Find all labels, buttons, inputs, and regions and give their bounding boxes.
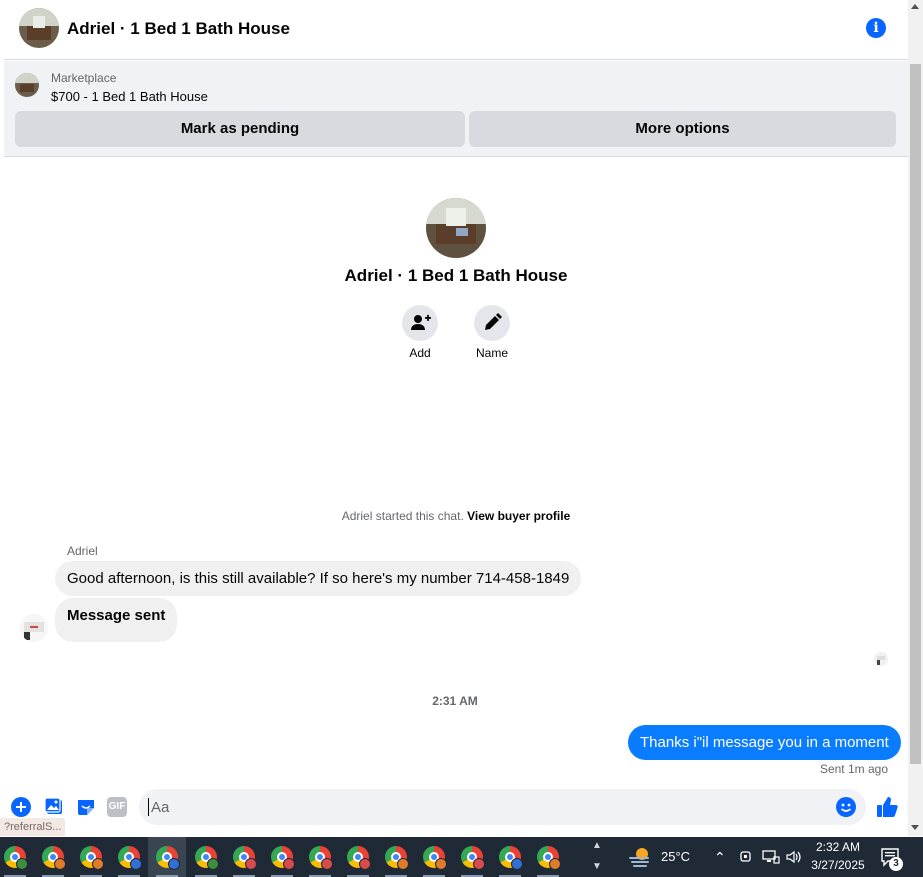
plus-circle-icon[interactable] (11, 797, 31, 817)
chat-header: Adriel · 1 Bed 1 Bath House i (4, 0, 908, 60)
tray-overflow-chevron-icon[interactable]: ⌃ (714, 849, 726, 866)
sender-avatar[interactable] (20, 614, 48, 642)
profile-name: Adriel · 1 Bed 1 Bath House (344, 266, 568, 285)
profile-badge-icon (54, 858, 66, 870)
profile-badge-icon (397, 858, 409, 870)
notification-count-badge: 3 (889, 857, 903, 871)
taskbar-chrome-window[interactable] (339, 837, 377, 877)
marketplace-banner: Marketplace $700 - 1 Bed 1 Bath House Ma… (4, 61, 908, 157)
photo-icon[interactable] (44, 797, 64, 817)
taskbar-chrome-window[interactable] (72, 837, 110, 877)
taskbar-chrome-window[interactable] (187, 837, 225, 877)
clock-time[interactable]: 2:32 AM (800, 840, 876, 854)
profile-badge-icon (168, 858, 180, 870)
weather-icon[interactable] (628, 846, 652, 868)
weather-temperature[interactable]: 25°C (661, 849, 690, 864)
taskbar-chrome-window[interactable] (301, 837, 339, 877)
taskbar-scroll-control[interactable]: ▲ ▼ (590, 837, 604, 877)
profile-badge-icon (16, 858, 28, 870)
taskbar-chrome-window[interactable] (148, 837, 186, 877)
clock-date[interactable]: 3/27/2025 (800, 858, 876, 872)
taskbar-chrome-window[interactable] (0, 837, 34, 877)
profile-avatar[interactable] (426, 198, 486, 258)
name-label: Name (475, 346, 508, 360)
chat-start-note: Adriel started this chat. View buyer pro… (341, 509, 571, 523)
chevron-up-icon[interactable]: ▲ (590, 840, 604, 851)
more-options-button[interactable]: More options (469, 111, 896, 147)
taskbar-chrome-window[interactable] (453, 837, 491, 877)
incoming-message[interactable]: Message sent (55, 598, 178, 642)
network-icon[interactable] (762, 849, 780, 865)
info-icon[interactable]: i (866, 18, 886, 38)
profile-badge-icon (283, 858, 295, 870)
sticker-icon[interactable] (76, 797, 96, 817)
taskbar-chrome-window[interactable] (491, 837, 529, 877)
edit-name-button[interactable] (474, 305, 510, 341)
browser-status-url: ?referralS... (0, 818, 66, 836)
meet-now-icon[interactable] (739, 849, 753, 865)
chevron-down-icon[interactable]: ▼ (590, 861, 604, 872)
incoming-message[interactable]: Good afternoon, is this still available?… (55, 561, 582, 596)
profile-badge-icon (473, 858, 485, 870)
messenger-window: Adriel · 1 Bed 1 Bath House i Marketplac… (0, 0, 923, 877)
profile-badge-icon (130, 858, 142, 870)
view-buyer-profile-link[interactable]: View buyer profile (467, 509, 570, 523)
message-input[interactable] (139, 789, 866, 825)
emoji-icon[interactable] (836, 797, 856, 817)
taskbar-chrome-window[interactable] (415, 837, 453, 877)
taskbar-chrome-window[interactable] (377, 837, 415, 877)
profile-badge-icon (435, 858, 447, 870)
mark-as-pending-button[interactable]: Mark as pending (15, 111, 465, 147)
text-cursor (148, 798, 149, 816)
message-timestamp: 2:31 AM (432, 694, 478, 708)
gif-button[interactable]: GIF (107, 797, 127, 817)
outgoing-message[interactable]: Thanks i"il message you in a moment (628, 725, 901, 760)
sender-name: Adriel (67, 544, 98, 558)
scrollbar-thumb[interactable] (910, 64, 921, 764)
listing-avatar[interactable] (19, 8, 59, 48)
taskbar-chrome-window[interactable] (34, 837, 72, 877)
listing-price-title[interactable]: $700 - 1 Bed 1 Bath House (51, 89, 208, 104)
profile-badge-icon (359, 858, 371, 870)
pencil-icon (485, 313, 502, 330)
scrollbar[interactable] (908, 0, 923, 836)
taskbar-chrome-window[interactable] (225, 837, 263, 877)
read-receipt-avatar (874, 652, 888, 666)
profile-badge-icon (549, 858, 561, 870)
profile-badge-icon (511, 858, 523, 870)
thumbs-up-icon[interactable] (876, 796, 898, 818)
scroll-up-arrow-icon[interactable] (911, 4, 919, 9)
add-people-button[interactable] (402, 305, 438, 341)
add-person-icon (411, 314, 431, 330)
windows-taskbar: ▲ ▼ 25°C ⌃ 2:32 AM 3/27/2025 3 (0, 837, 923, 877)
sent-status: Sent 1m ago (819, 762, 888, 776)
taskbar-chrome-window[interactable] (529, 837, 567, 877)
profile-badge-icon (207, 858, 219, 870)
scroll-down-arrow-icon[interactable] (911, 825, 919, 830)
message-composer: GIF (4, 786, 908, 828)
profile-badge-icon (321, 858, 333, 870)
profile-badge-icon (92, 858, 104, 870)
marketplace-label: Marketplace (51, 71, 117, 85)
taskbar-chrome-window[interactable] (263, 837, 301, 877)
listing-thumbnail[interactable] (15, 73, 39, 97)
add-label: Add (409, 346, 431, 360)
profile-badge-icon (245, 858, 257, 870)
taskbar-chrome-window[interactable] (110, 837, 148, 877)
chat-title: Adriel · 1 Bed 1 Bath House (67, 19, 290, 38)
